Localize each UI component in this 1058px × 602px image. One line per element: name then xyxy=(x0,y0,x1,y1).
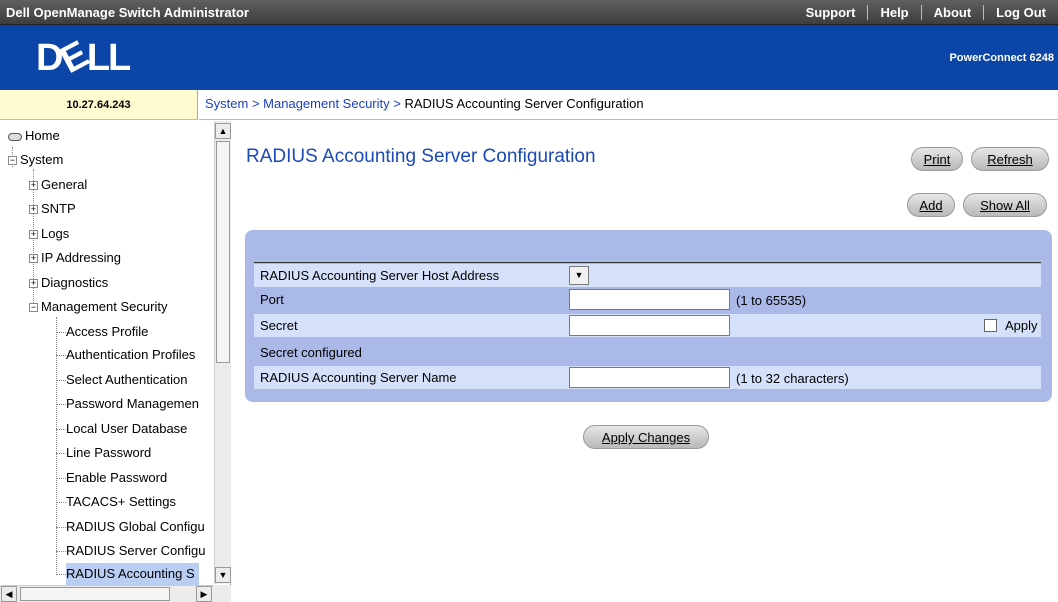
product-name: PowerConnect 6248 xyxy=(949,52,1054,64)
sidebar-item-authentication-profiles[interactable]: Authentication Profiles xyxy=(66,344,195,366)
refresh-button[interactable]: Refresh xyxy=(971,147,1049,171)
scroll-thumb[interactable] xyxy=(216,141,230,363)
top-bar: Dell OpenManage Switch Administrator Sup… xyxy=(0,0,1058,25)
expand-icon[interactable]: + xyxy=(29,254,38,264)
tree-line xyxy=(56,332,66,333)
secret-label: Secret xyxy=(260,318,298,333)
scroll-thumb[interactable] xyxy=(20,587,170,601)
help-link[interactable]: Help xyxy=(867,5,920,20)
sidebar-item-radius-accounting[interactable]: RADIUS Accounting S xyxy=(66,563,199,585)
app-title: Dell OpenManage Switch Administrator xyxy=(6,5,249,20)
collapse-icon[interactable]: − xyxy=(29,303,38,313)
print-button[interactable]: Print xyxy=(911,147,963,171)
sidebar-item-password-management[interactable]: Password Managemen xyxy=(66,393,199,415)
sidebar-item-system[interactable]: − System xyxy=(8,149,63,171)
about-link[interactable]: About xyxy=(920,5,984,20)
page-title: RADIUS Accounting Server Configuration xyxy=(246,146,596,167)
sidebar-item-access-profile[interactable]: Access Profile xyxy=(66,321,148,343)
secret-row: Secret Apply xyxy=(254,314,1041,337)
sidebar-item-tacacs-settings[interactable]: TACACS+ Settings xyxy=(66,491,176,513)
tree-line xyxy=(56,478,66,479)
server-name-hint: (1 to 32 characters) xyxy=(736,371,849,386)
tree-line xyxy=(56,527,66,528)
expand-icon[interactable]: + xyxy=(29,279,38,289)
sidebar-item-home[interactable]: Home xyxy=(8,125,60,147)
apply-checkbox-label: Apply xyxy=(1005,318,1038,333)
tree-line xyxy=(56,502,66,503)
collapse-icon[interactable]: − xyxy=(8,156,17,166)
tree-line xyxy=(56,453,66,454)
sidebar-item-label: SNTP xyxy=(41,201,76,216)
secret-input[interactable] xyxy=(569,315,730,336)
port-label: Port xyxy=(260,292,284,307)
sidebar-item-select-authentication[interactable]: Select Authentication xyxy=(66,369,187,391)
sidebar-item-management-security[interactable]: − Management Security xyxy=(29,296,167,318)
add-button[interactable]: Add xyxy=(907,193,955,217)
breadcrumb-separator: > xyxy=(389,96,405,111)
scroll-up-arrow-icon[interactable]: ▲ xyxy=(215,123,231,139)
apply-changes-button[interactable]: Apply Changes xyxy=(583,425,709,449)
tree-line xyxy=(56,429,66,430)
divider xyxy=(254,262,1041,263)
port-row: Port (1 to 65535) xyxy=(254,288,1041,311)
sidebar-item-local-user-database[interactable]: Local User Database xyxy=(66,418,187,440)
sidebar-item-line-password[interactable]: Line Password xyxy=(66,442,151,464)
sidebar-item-label: Logs xyxy=(41,226,70,241)
sidebar-item-diagnostics[interactable]: + Diagnostics xyxy=(29,272,108,294)
sidebar-item-label: Management Security xyxy=(41,299,168,314)
breadcrumb-management-security[interactable]: Management Security xyxy=(263,96,389,111)
breadcrumb-current: RADIUS Accounting Server Configuration xyxy=(404,96,644,111)
scroll-left-arrow-icon[interactable]: ◀ xyxy=(1,586,17,602)
support-link[interactable]: Support xyxy=(794,5,868,20)
sidebar-item-sntp[interactable]: + SNTP xyxy=(29,198,76,220)
sidebar-item-ip-addressing[interactable]: + IP Addressing xyxy=(29,247,121,269)
sidebar-item-label: Diagnostics xyxy=(41,275,109,290)
host-address-row: RADIUS Accounting Server Host Address ▼ xyxy=(254,264,1041,287)
banner: DELL PowerConnect 6248 xyxy=(0,25,1058,90)
scrollbar-corner xyxy=(214,585,231,602)
tree-line xyxy=(56,551,66,552)
top-links: Support Help About Log Out xyxy=(794,0,1058,25)
expand-icon[interactable]: + xyxy=(29,181,38,191)
scroll-right-arrow-icon[interactable]: ▶ xyxy=(196,586,212,602)
sidebar-horizontal-scrollbar[interactable]: ◀ ▶ xyxy=(0,585,214,602)
home-icon xyxy=(8,132,22,141)
tree-line xyxy=(56,380,66,381)
server-name-input[interactable] xyxy=(569,367,730,388)
port-hint: (1 to 65535) xyxy=(736,293,807,308)
show-all-button[interactable]: Show All xyxy=(963,193,1047,217)
sidebar-item-label: IP Addressing xyxy=(41,250,121,265)
secret-configured-label: Secret configured xyxy=(260,345,362,360)
port-input[interactable] xyxy=(569,289,730,310)
server-name-label: RADIUS Accounting Server Name xyxy=(260,370,457,385)
dell-logo: DELL xyxy=(36,33,131,83)
secret-configured-row: Secret configured xyxy=(254,341,1041,364)
tree-line xyxy=(56,355,66,356)
tree-line xyxy=(56,574,66,575)
sidebar-nav-tree: Home − System + General + SNTP + Logs + IP Ad… xyxy=(0,121,231,602)
sidebar-item-enable-password[interactable]: Enable Password xyxy=(66,467,167,489)
expand-icon[interactable]: + xyxy=(29,230,38,240)
breadcrumb-separator: > xyxy=(248,96,264,111)
host-address-label: RADIUS Accounting Server Host Address xyxy=(260,268,500,283)
expand-icon[interactable]: + xyxy=(29,205,38,215)
scroll-down-arrow-icon[interactable]: ▼ xyxy=(215,567,231,583)
tree-line xyxy=(56,404,66,405)
sidebar-item-label: System xyxy=(20,152,64,167)
server-name-row: RADIUS Accounting Server Name (1 to 32 c… xyxy=(254,366,1041,389)
sidebar-item-radius-server-config[interactable]: RADIUS Server Configu xyxy=(66,540,205,562)
sidebar-item-label: General xyxy=(41,177,88,192)
apply-checkbox[interactable] xyxy=(984,319,997,332)
sidebar-item-general[interactable]: + General xyxy=(29,174,87,196)
sidebar-vertical-scrollbar[interactable]: ▲ ▼ xyxy=(214,121,231,584)
breadcrumb-system[interactable]: System xyxy=(205,96,248,111)
switch-ip: 10.27.64.243 xyxy=(0,90,198,120)
chevron-down-icon: ▼ xyxy=(574,270,584,280)
sidebar-item-logs[interactable]: + Logs xyxy=(29,223,69,245)
breadcrumb: System > Management Security > RADIUS Ac… xyxy=(199,90,1058,120)
host-address-select[interactable]: ▼ xyxy=(569,266,589,285)
logout-link[interactable]: Log Out xyxy=(983,5,1058,20)
sidebar-item-label: Home xyxy=(25,128,60,143)
sidebar-item-radius-global-config[interactable]: RADIUS Global Configu xyxy=(66,516,205,538)
